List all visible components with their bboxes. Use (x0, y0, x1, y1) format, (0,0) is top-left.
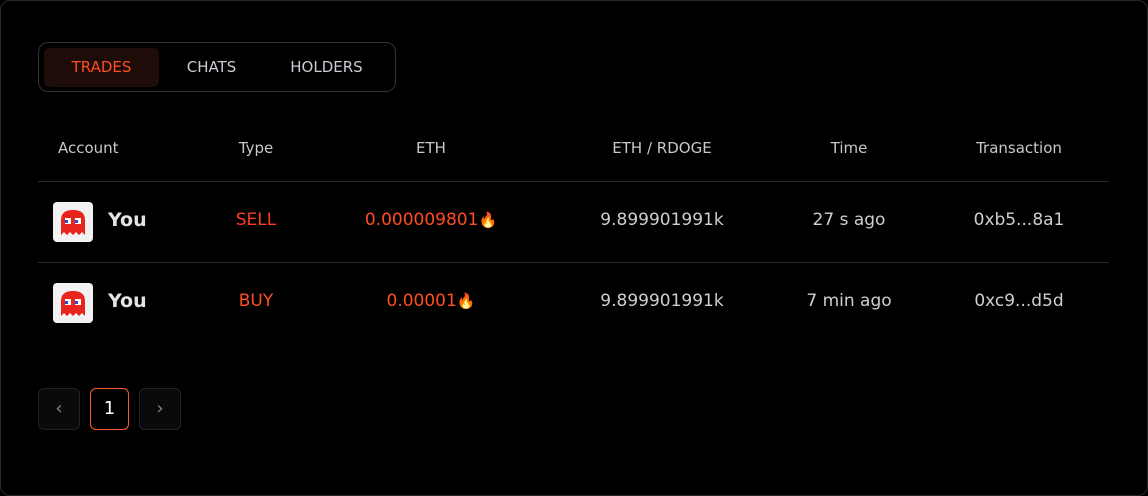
tab-holders[interactable]: HOLDERS (264, 48, 389, 87)
avatar[interactable] (53, 202, 93, 242)
tab-chats[interactable]: CHATS (159, 48, 264, 87)
table-row: You SELL 0.000009801🔥 9.899901991k 27 s … (38, 182, 1109, 262)
transaction-link[interactable]: 0xb5...8a1 (949, 210, 1089, 230)
page-1-button[interactable]: 1 (90, 388, 129, 430)
table-header: Account Type ETH ETH / RDOGE Time Transa… (38, 139, 1109, 163)
tab-bar: TRADES CHATS HOLDERS (38, 42, 396, 92)
trade-type: SELL (235, 210, 277, 230)
avatar[interactable] (53, 283, 93, 323)
fire-icon: 🔥 (456, 292, 476, 310)
eth-value: 0.000009801 (364, 210, 479, 230)
header-time: Time (830, 139, 868, 157)
header-transaction: Transaction (976, 139, 1062, 157)
tab-trades[interactable]: TRADES (44, 48, 159, 87)
time-value: 7 min ago (806, 291, 892, 311)
trade-type: BUY (238, 291, 274, 311)
header-type: Type (238, 139, 274, 157)
table-row: You BUY 0.00001🔥 9.899901991k 7 min ago … (38, 263, 1109, 343)
trades-panel: TRADES CHATS HOLDERS Account Type ETH ET… (0, 0, 1148, 496)
fire-icon: 🔥 (478, 211, 498, 229)
time-value: 27 s ago (812, 210, 886, 230)
prev-page-button[interactable]: ‹ (38, 388, 80, 430)
header-account: Account (58, 139, 119, 157)
next-page-button[interactable]: › (139, 388, 181, 430)
ghost-icon (61, 291, 85, 316)
header-eth-rdoge: ETH / RDOGE (612, 139, 712, 157)
eth-amount: 0.000009801🔥 (331, 210, 531, 230)
eth-rdoge-value: 9.899901991k (600, 291, 724, 311)
transaction-link[interactable]: 0xc9...d5d (949, 291, 1089, 311)
account-name[interactable]: You (108, 209, 147, 231)
eth-value: 0.00001 (386, 291, 457, 311)
header-eth: ETH (416, 139, 446, 157)
eth-rdoge-value: 9.899901991k (600, 210, 724, 230)
account-name[interactable]: You (108, 290, 147, 312)
ghost-icon (61, 210, 85, 235)
eth-amount: 0.00001🔥 (331, 291, 531, 311)
